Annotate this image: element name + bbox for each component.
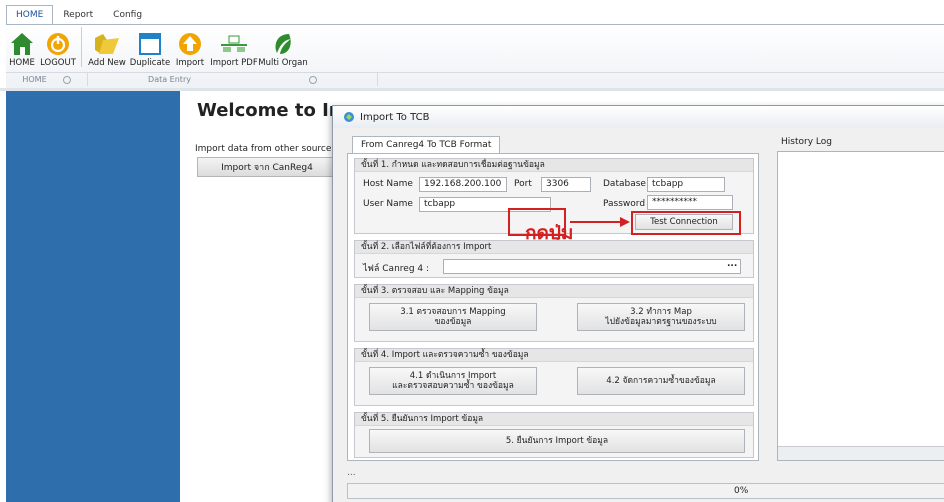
dialog-titlebar[interactable]: Import To TCB (333, 106, 944, 128)
annotation-arrow-icon (570, 217, 630, 227)
step5-panel: ขั้นที่ 5. ยืนยันการ Import ข้อมูล 5. ยื… (354, 412, 754, 458)
status-text: ... (347, 468, 356, 478)
window-icon (135, 30, 165, 58)
logout-button[interactable]: LOGOUT (38, 27, 78, 69)
tab-canreg4-to-tcb[interactable]: From Canreg4 To TCB Format (352, 136, 501, 154)
password-input[interactable]: ********** (647, 195, 733, 210)
import-progress-bar: 0% (347, 483, 944, 499)
browse-button[interactable]: ... (727, 259, 737, 269)
group-home: HOME (6, 73, 88, 86)
ribbon: HOME LOGOUT Add New Duplicate Import Imp… (6, 24, 944, 89)
welcome-heading: Welcome to Ir (197, 100, 338, 121)
group-expand-icon[interactable] (62, 75, 71, 84)
step2-header: ขั้นที่ 2. เลือกไฟล์ที่ต้องการ Import (355, 241, 753, 254)
check-mapping-line1: 3.1 ตรวจสอบการ Mapping (400, 307, 506, 317)
multi-organ-icon (268, 30, 298, 58)
multi-organ-button[interactable]: Multi Organ (258, 27, 308, 69)
run-import-line1: 4.1 ดำเนินการ Import (409, 371, 497, 381)
home-button-label: HOME (9, 58, 35, 68)
import-tab-panel: ขั้นที่ 1. กำหนด และทดสอบการเชื่อมต่อฐาน… (347, 153, 759, 461)
duplicate-button[interactable]: Duplicate (129, 27, 171, 69)
ribbon-toolbar: HOME LOGOUT Add New Duplicate Import Imp… (6, 27, 308, 69)
history-log-label: History Log (781, 137, 832, 147)
group-data-entry: Data Entry (88, 73, 378, 86)
dialog-body: From Canreg4 To TCB Format ขั้นที่ 1. กำ… (333, 128, 944, 502)
history-scrollbar[interactable] (778, 446, 944, 460)
logout-button-label: LOGOUT (40, 58, 76, 68)
home-button[interactable]: HOME (6, 27, 38, 69)
check-mapping-button[interactable]: 3.1 ตรวจสอบการ Mapping ของข้อมูล (369, 303, 537, 331)
file-path-input[interactable] (443, 259, 741, 274)
group-data-entry-label: Data Entry (148, 75, 191, 84)
host-name-label: Host Name (363, 179, 413, 189)
database-label: Database (603, 179, 646, 189)
duplicate-label: Duplicate (129, 58, 171, 68)
import-pdf-label: Import PDF (210, 58, 258, 68)
ribbon-separator (81, 27, 82, 67)
import-label: Import (175, 58, 205, 68)
add-new-button[interactable]: Add New (85, 27, 129, 69)
dialog-title: Import To TCB (360, 111, 430, 123)
home-icon (7, 30, 37, 58)
confirm-import-button[interactable]: 5. ยืนยันการ Import ข้อมูล (369, 429, 745, 453)
app-window: HOME Report Config HOME LOGOUT Add New D… (0, 0, 944, 502)
import-pdf-button[interactable]: Import PDF (209, 27, 259, 69)
network-import-icon (219, 30, 249, 58)
import-button[interactable]: Import (171, 27, 209, 69)
check-mapping-line2: ของข้อมูล (434, 317, 472, 327)
progress-percent: 0% (734, 486, 749, 496)
host-name-input[interactable]: 192.168.200.100 (419, 177, 507, 192)
add-new-label: Add New (88, 58, 126, 68)
upload-arrow-icon (175, 30, 205, 58)
group-expand-icon[interactable] (308, 75, 317, 84)
step5-header: ขั้นที่ 5. ยืนยันการ Import ข้อมูล (355, 413, 753, 426)
port-input[interactable]: 3306 (541, 177, 591, 192)
user-name-label: User Name (363, 199, 413, 209)
run-import-line2: และตรวจสอบความซ้ำ ของข้อมูล (392, 381, 514, 391)
history-log[interactable] (777, 151, 944, 461)
folder-add-icon (92, 30, 122, 58)
group-home-label: HOME (22, 75, 47, 84)
import-canreg4-button[interactable]: Import จาก CanReg4 (197, 157, 337, 177)
do-mapping-line2: ไปยังข้อมูลมาตรฐานของระบบ (605, 317, 717, 327)
tab-report[interactable]: Report (53, 5, 103, 25)
step3-panel: ขั้นที่ 3. ตรวจสอบ และ Mapping ข้อมูล 3.… (354, 284, 754, 342)
ribbon-tabs: HOME Report Config (6, 5, 152, 25)
step3-header: ขั้นที่ 3. ตรวจสอบ และ Mapping ข้อมูล (355, 285, 753, 298)
import-source-label: Import data from other source (195, 144, 332, 154)
sidebar (6, 91, 180, 502)
tab-config[interactable]: Config (103, 5, 152, 25)
password-label: Password (603, 199, 646, 209)
power-icon (43, 30, 73, 58)
step2-panel: ขั้นที่ 2. เลือกไฟล์ที่ต้องการ Import ไฟ… (354, 240, 754, 278)
database-input[interactable]: tcbapp (647, 177, 725, 192)
app-icon (344, 112, 354, 122)
file-label: ไฟล์ Canreg 4 : (363, 264, 430, 274)
do-mapping-button[interactable]: 3.2 ทำการ Map ไปยังข้อมูลมาตรฐานของระบบ (577, 303, 745, 331)
tab-home[interactable]: HOME (6, 5, 54, 25)
import-dialog: Import To TCB From Canreg4 To TCB Format… (332, 105, 944, 502)
test-connection-highlight (631, 211, 741, 235)
port-label: Port (514, 179, 532, 189)
do-mapping-line1: 3.2 ทำการ Map (630, 307, 692, 317)
step4-header: ขั้นที่ 4. Import และตรวจความซ้ำ ของข้อม… (355, 349, 753, 362)
ribbon-group-labels: HOME Data Entry (6, 72, 944, 86)
step1-header: ขั้นที่ 1. กำหนด และทดสอบการเชื่อมต่อฐาน… (355, 159, 753, 172)
manage-duplicates-button[interactable]: 4.2 จัดการความซ้ำของข้อมูล (577, 367, 745, 395)
run-import-button[interactable]: 4.1 ดำเนินการ Import และตรวจสอบความซ้ำ ข… (369, 367, 537, 395)
multi-organ-label: Multi Organ (258, 58, 308, 68)
step4-panel: ขั้นที่ 4. Import และตรวจความซ้ำ ของข้อม… (354, 348, 754, 406)
